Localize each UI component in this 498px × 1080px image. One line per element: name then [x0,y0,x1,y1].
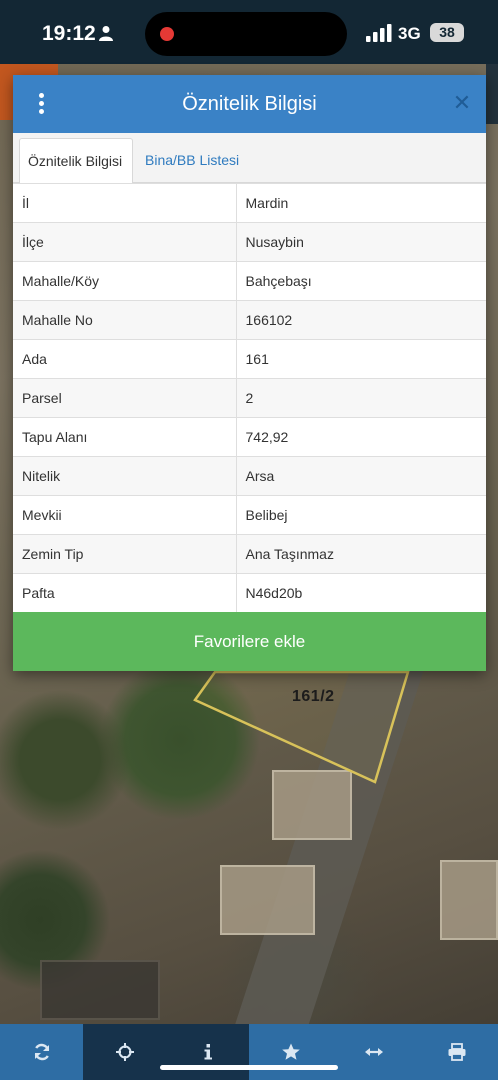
map-building [220,865,315,935]
measure-icon [364,1048,383,1056]
attribute-info-modal: Öznitelik Bilgisi ✕ Öznitelik Bilgisi Bi… [13,75,486,671]
favorites-button[interactable] [249,1024,332,1080]
table-row: Mahalle No 166102 [13,300,486,340]
info-button[interactable] [166,1024,249,1080]
map-building [40,960,160,1020]
row-value: 2 [236,378,486,418]
tab-bar: Öznitelik Bilgisi Bina/BB Listesi [13,133,486,184]
status-bar: 19:12 3G 38 [0,0,498,64]
row-value: Mardin [236,183,486,223]
row-key: Mahalle/Köy [13,261,237,301]
battery-icon: 38 [430,23,464,42]
print-icon [448,1043,465,1061]
row-key: Nitelik [13,456,237,496]
table-row: Ada 161 [13,339,486,379]
status-time: 19:12 [42,22,96,45]
refresh-icon [34,1043,49,1061]
star-icon [281,1043,300,1060]
table-row: İl Mardin [13,183,486,223]
table-row: Nitelik Arsa [13,456,486,496]
refresh-button[interactable] [0,1024,83,1080]
table-row: Pafta N46d20b [13,573,486,613]
measure-button[interactable] [332,1024,415,1080]
row-key: İlçe [13,222,237,262]
map-building [440,860,498,940]
map-building [272,770,352,840]
dynamic-island [145,12,347,56]
row-value: 166102 [236,300,486,340]
add-favorite-button[interactable]: Favorilere ekle [13,612,486,671]
table-row: Mahalle/Köy Bahçebaşı [13,261,486,301]
row-value: Bahçebaşı [236,261,486,301]
modal-header: Öznitelik Bilgisi ✕ [13,75,486,133]
row-key: Zemin Tip [13,534,237,574]
row-key: Parsel [13,378,237,418]
row-value: Ana Taşınmaz [236,534,486,574]
modal-title: Öznitelik Bilgisi [182,93,317,115]
recording-dot-icon [160,27,174,41]
table-row: Zemin Tip Ana Taşınmaz [13,534,486,574]
info-icon [204,1044,212,1060]
row-value: 742,92 [236,417,486,457]
row-value: 161 [236,339,486,379]
print-button[interactable] [415,1024,498,1080]
locate-button[interactable] [83,1024,166,1080]
row-key: İl [13,183,237,223]
tab-attribute-info[interactable]: Öznitelik Bilgisi [19,138,133,184]
close-icon[interactable]: ✕ [452,92,472,114]
home-indicator[interactable] [160,1065,338,1070]
row-key: Ada [13,339,237,379]
person-icon [99,26,113,41]
crosshair-icon [115,1043,134,1061]
table-row: Mevkii Belibej [13,495,486,535]
tab-building-list[interactable]: Bina/BB Listesi [137,138,247,184]
row-key: Mevkii [13,495,237,535]
table-row: Parsel 2 [13,378,486,418]
table-row: İlçe Nusaybin [13,222,486,262]
row-key: Tapu Alanı [13,417,237,457]
row-value: Nusaybin [236,222,486,262]
background-edge [486,64,498,124]
row-key: Pafta [13,573,237,613]
bottom-toolbar [0,1024,498,1080]
signal-icon [366,24,392,42]
row-key: Mahalle No [13,300,237,340]
parcel-label: 161/2 [292,688,335,705]
network-type: 3G [398,24,421,43]
row-value: Arsa [236,456,486,496]
row-value: N46d20b [236,573,486,613]
attribute-table: İl Mardin İlçe Nusaybin Mahalle/Köy Bahç… [13,183,486,613]
row-value: Belibej [236,495,486,535]
table-row: Tapu Alanı 742,92 [13,417,486,457]
